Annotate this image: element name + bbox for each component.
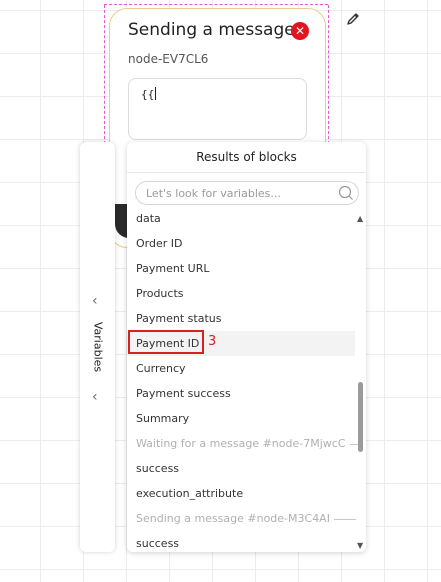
list-item[interactable]: success bbox=[127, 531, 355, 552]
list-item[interactable]: Payment status bbox=[127, 306, 355, 331]
chevron-left-icon[interactable]: ‹ bbox=[92, 390, 98, 404]
chevron-left-icon[interactable]: ‹ bbox=[92, 294, 98, 308]
message-textarea[interactable]: {{ bbox=[128, 78, 307, 140]
node-id: node-EV7CL6 bbox=[128, 52, 209, 66]
node-title: Sending a message bbox=[128, 20, 295, 40]
group-header-label: Sending a message #node-M3C4AI bbox=[136, 512, 330, 525]
list-item[interactable]: Payment URL bbox=[127, 256, 355, 281]
annotation-number: 3 bbox=[208, 334, 217, 349]
close-icon[interactable]: ✕ bbox=[291, 22, 309, 40]
annotation-highlight-box bbox=[128, 330, 204, 354]
list-item[interactable]: execution_attribute bbox=[127, 481, 355, 506]
scroll-up-arrow-icon[interactable]: ▲ bbox=[357, 214, 363, 223]
list-item[interactable]: Summary bbox=[127, 406, 355, 431]
node-selection-border-top bbox=[104, 4, 328, 5]
scroll-down-arrow-icon[interactable]: ▼ bbox=[357, 541, 363, 550]
group-header-label: Waiting for a message #node-7MjwcC bbox=[136, 437, 346, 450]
scrollbar-thumb[interactable] bbox=[358, 382, 363, 452]
pencil-icon[interactable] bbox=[345, 11, 361, 27]
variables-label: Variables bbox=[91, 321, 105, 373]
results-header: Results of blocks bbox=[127, 142, 366, 173]
group-header: Sending a message #node-M3C4AI bbox=[127, 506, 356, 531]
text-caret bbox=[155, 87, 157, 100]
search-placeholder: Let's look for variables... bbox=[146, 187, 281, 200]
list-item[interactable]: Order ID bbox=[127, 231, 355, 256]
textarea-value: {{ bbox=[141, 88, 155, 101]
list-item[interactable]: Products bbox=[127, 281, 355, 306]
list-item[interactable]: success bbox=[127, 456, 355, 481]
group-header: Waiting for a message #node-7MjwcC bbox=[127, 431, 360, 456]
variables-side-panel[interactable]: ‹ Variables ‹ bbox=[80, 142, 115, 552]
list-item[interactable]: Currency bbox=[127, 356, 355, 381]
list-item[interactable]: data bbox=[127, 206, 355, 231]
search-icon[interactable] bbox=[338, 185, 354, 201]
variable-search-input[interactable]: Let's look for variables... bbox=[135, 181, 359, 205]
group-divider bbox=[333, 518, 356, 520]
list-item[interactable]: Payment success bbox=[127, 381, 355, 406]
